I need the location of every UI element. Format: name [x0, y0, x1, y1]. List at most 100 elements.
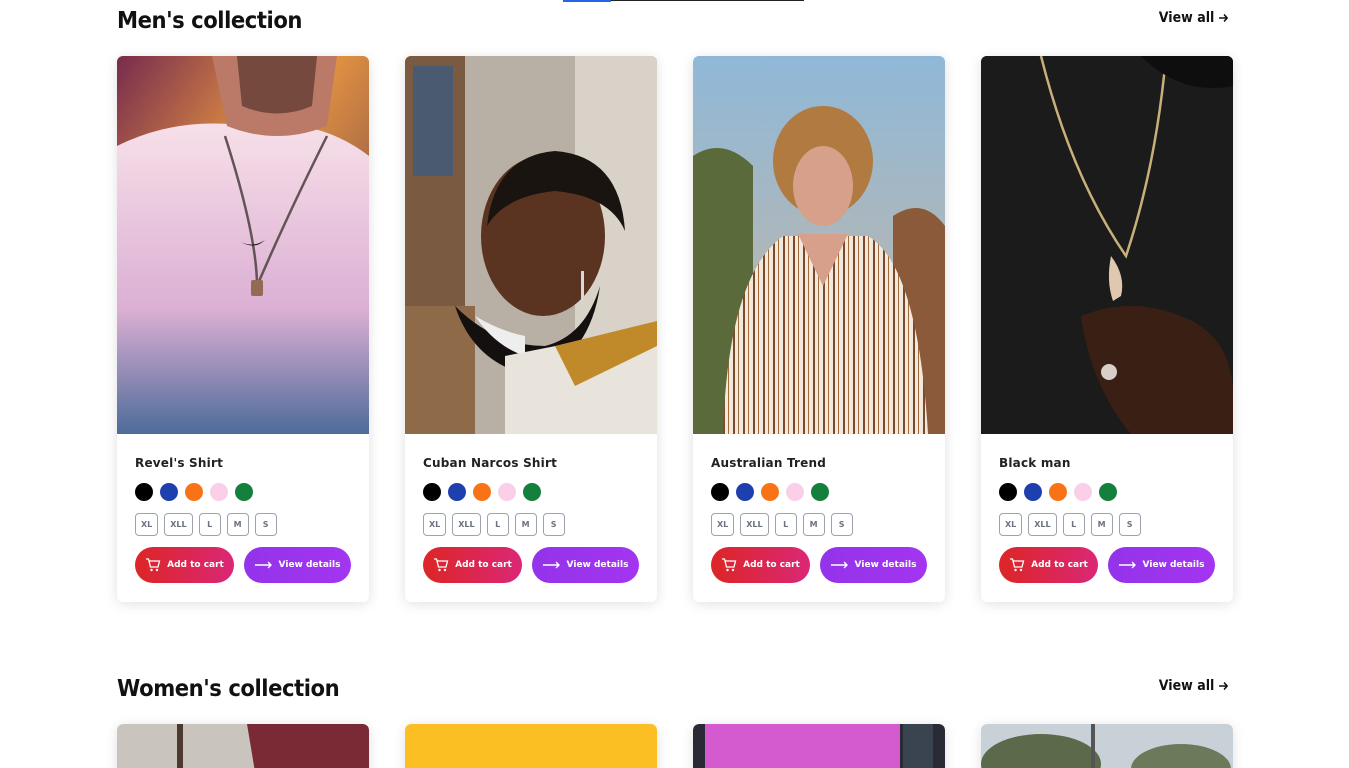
add-to-cart-label: Add to cart [1031, 560, 1088, 570]
women-section-header: Women's collection View all [117, 672, 1233, 712]
view-details-label: View details [1142, 560, 1205, 570]
view-details-label: View details [566, 560, 629, 570]
size-option-m[interactable]: M [514, 513, 537, 536]
size-option-l[interactable]: L [486, 513, 509, 536]
cart-icon [434, 558, 449, 572]
view-details-label: View details [854, 560, 917, 570]
add-to-cart-label: Add to cart [167, 560, 224, 570]
size-option-xl[interactable]: XL [135, 513, 159, 536]
size-option-m[interactable]: M [1090, 513, 1113, 536]
size-option-s[interactable]: S [254, 513, 277, 536]
color-swatch-pink[interactable] [498, 483, 516, 501]
color-swatch-green[interactable] [523, 483, 541, 501]
long-arrow-right-icon [542, 561, 560, 569]
color-swatch-black[interactable] [999, 483, 1017, 501]
arrow-right-icon [1219, 681, 1229, 691]
add-to-cart-label: Add to cart [743, 560, 800, 570]
women-collection-section: Women's collection View all [117, 672, 1233, 768]
size-option-s[interactable]: S [542, 513, 565, 536]
scroll-progress-bar [563, 0, 804, 2]
color-swatch-orange[interactable] [473, 483, 491, 501]
color-swatch-blue[interactable] [736, 483, 754, 501]
size-options: XL XLL L M S [423, 513, 639, 536]
color-swatch-black[interactable] [711, 483, 729, 501]
product-image[interactable] [981, 724, 1233, 768]
size-option-xll[interactable]: XLL [740, 513, 769, 536]
color-swatch-blue[interactable] [160, 483, 178, 501]
cart-icon [1010, 558, 1025, 572]
view-details-button[interactable]: View details [1108, 547, 1215, 583]
product-image[interactable] [693, 56, 945, 434]
women-section-title: Women's collection [117, 676, 340, 702]
size-option-l[interactable]: L [774, 513, 797, 536]
color-swatch-green[interactable] [235, 483, 253, 501]
color-swatch-orange[interactable] [761, 483, 779, 501]
size-option-xl[interactable]: XL [711, 513, 735, 536]
product-card [693, 724, 945, 768]
size-option-xll[interactable]: XLL [452, 513, 481, 536]
color-swatch-green[interactable] [1099, 483, 1117, 501]
product-image[interactable] [117, 56, 369, 434]
product-card [117, 724, 369, 768]
product-card [981, 724, 1233, 768]
color-swatches [423, 483, 639, 501]
product-info: Australian Trend XL XLL L M S Add to car… [693, 434, 945, 602]
product-card: Australian Trend XL XLL L M S Add to car… [693, 56, 945, 602]
cart-icon [722, 558, 737, 572]
add-to-cart-label: Add to cart [455, 560, 512, 570]
size-option-xll[interactable]: XLL [1028, 513, 1057, 536]
add-to-cart-button[interactable]: Add to cart [711, 547, 810, 583]
size-option-l[interactable]: L [1062, 513, 1085, 536]
long-arrow-right-icon [830, 561, 848, 569]
view-all-label: View all [1159, 10, 1215, 26]
color-swatch-pink[interactable] [786, 483, 804, 501]
product-card: Revel's Shirt XL XLL L M S Add to cart V… [117, 56, 369, 602]
product-name: Revel's Shirt [135, 456, 224, 470]
add-to-cart-button[interactable]: Add to cart [423, 547, 522, 583]
add-to-cart-button[interactable]: Add to cart [135, 547, 234, 583]
color-swatch-orange[interactable] [1049, 483, 1067, 501]
view-details-button[interactable]: View details [820, 547, 927, 583]
color-swatch-orange[interactable] [185, 483, 203, 501]
size-options: XL XLL L M S [711, 513, 927, 536]
color-swatches [999, 483, 1215, 501]
view-details-button[interactable]: View details [532, 547, 639, 583]
size-option-s[interactable]: S [830, 513, 853, 536]
men-collection-section: Men's collection View all Revel's Shirt … [117, 4, 1233, 602]
color-swatch-black[interactable] [135, 483, 153, 501]
size-option-xll[interactable]: XLL [164, 513, 193, 536]
product-image[interactable] [981, 56, 1233, 434]
color-swatch-blue[interactable] [1024, 483, 1042, 501]
product-image[interactable] [405, 56, 657, 434]
product-image[interactable] [693, 724, 945, 768]
color-swatch-green[interactable] [811, 483, 829, 501]
product-card: Black man XL XLL L M S Add to cart View … [981, 56, 1233, 602]
color-swatches [135, 483, 351, 501]
size-option-s[interactable]: S [1118, 513, 1141, 536]
cart-icon [146, 558, 161, 572]
size-options: XL XLL L M S [999, 513, 1215, 536]
size-option-m[interactable]: M [226, 513, 249, 536]
size-option-l[interactable]: L [198, 513, 221, 536]
men-section-title: Men's collection [117, 8, 303, 34]
view-details-button[interactable]: View details [244, 547, 351, 583]
view-all-label: View all [1159, 678, 1215, 694]
size-option-xl[interactable]: XL [423, 513, 447, 536]
add-to-cart-button[interactable]: Add to cart [999, 547, 1098, 583]
product-name: Cuban Narcos Shirt [423, 456, 558, 470]
color-swatch-black[interactable] [423, 483, 441, 501]
product-name: Black man [999, 456, 1071, 470]
color-swatch-pink[interactable] [1074, 483, 1092, 501]
women-view-all-link[interactable]: View all [1159, 678, 1229, 694]
size-option-m[interactable]: M [802, 513, 825, 536]
arrow-right-icon [1219, 13, 1229, 23]
size-option-xl[interactable]: XL [999, 513, 1023, 536]
product-name: Australian Trend [711, 456, 827, 470]
product-image[interactable] [117, 724, 369, 768]
men-view-all-link[interactable]: View all [1159, 10, 1229, 26]
color-swatch-pink[interactable] [210, 483, 228, 501]
long-arrow-right-icon [254, 561, 272, 569]
product-image[interactable] [405, 724, 657, 768]
long-arrow-right-icon [1118, 561, 1136, 569]
color-swatch-blue[interactable] [448, 483, 466, 501]
